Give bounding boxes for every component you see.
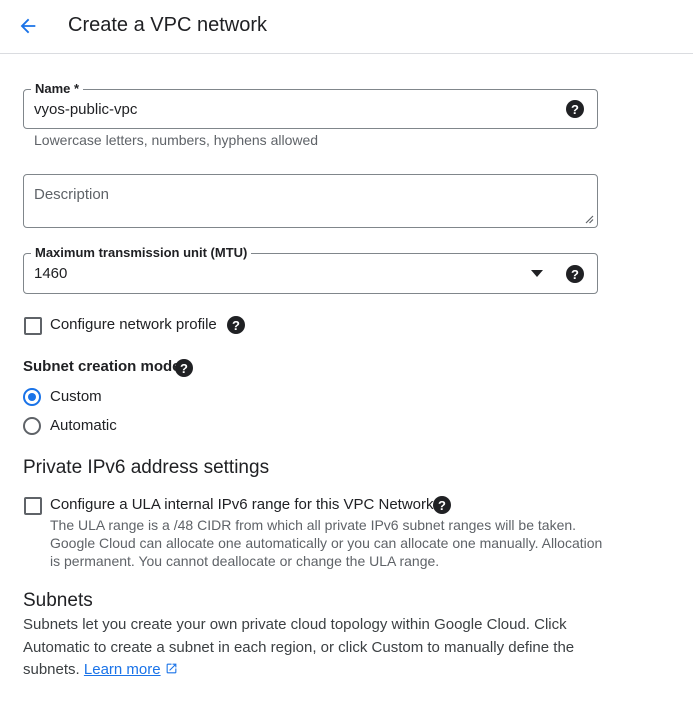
ula-ipv6-description: The ULA range is a /48 CIDR from which a… (50, 517, 603, 569)
resize-handle-icon[interactable] (584, 214, 594, 224)
page-title: Create a VPC network (68, 14, 267, 36)
subnet-mode-custom-label[interactable]: Custom (50, 387, 102, 407)
mtu-field[interactable]: Maximum transmission unit (MTU) 1460 ? (23, 245, 598, 294)
help-icon[interactable]: ? (566, 265, 584, 283)
help-icon[interactable]: ? (175, 359, 193, 377)
name-input-value[interactable]: vyos-public-vpc (34, 100, 137, 120)
subnet-mode-label: Subnet creation mode (23, 358, 181, 375)
subnets-section-title: Subnets (23, 590, 93, 611)
network-profile-label: Configure network profile (50, 316, 217, 333)
dropdown-arrow-icon[interactable] (531, 270, 543, 277)
ula-ipv6-checkbox[interactable] (24, 497, 42, 515)
subnet-mode-automatic-radio[interactable] (23, 417, 41, 435)
mtu-select-value[interactable]: 1460 (34, 264, 67, 284)
name-field-label: Name * (31, 81, 84, 97)
external-link-icon[interactable] (165, 662, 178, 675)
learn-more-link[interactable]: Learn more (84, 661, 161, 678)
subnets-description: Subnets let you create your own private … (23, 614, 583, 682)
subnet-mode-automatic-label[interactable]: Automatic (50, 416, 117, 436)
mtu-field-label: Maximum transmission unit (MTU) (31, 245, 252, 261)
ipv6-section-title: Private IPv6 address settings (23, 457, 270, 478)
network-profile-checkbox[interactable] (24, 317, 42, 335)
help-icon[interactable]: ? (227, 316, 245, 334)
description-field[interactable]: Description (23, 174, 598, 228)
arrow-back-icon (20, 18, 36, 34)
name-hint: Lowercase letters, numbers, hyphens allo… (34, 132, 319, 148)
page-header: Create a VPC network (0, 0, 693, 54)
name-field[interactable]: Name * vyos-public-vpc ? (23, 81, 598, 129)
back-button[interactable] (14, 12, 42, 40)
help-icon[interactable]: ? (433, 496, 451, 514)
subnet-mode-custom-radio[interactable] (23, 388, 41, 406)
description-placeholder: Description (34, 186, 110, 203)
help-icon[interactable]: ? (566, 100, 584, 118)
ula-ipv6-label: Configure a ULA internal IPv6 range for … (50, 496, 434, 513)
